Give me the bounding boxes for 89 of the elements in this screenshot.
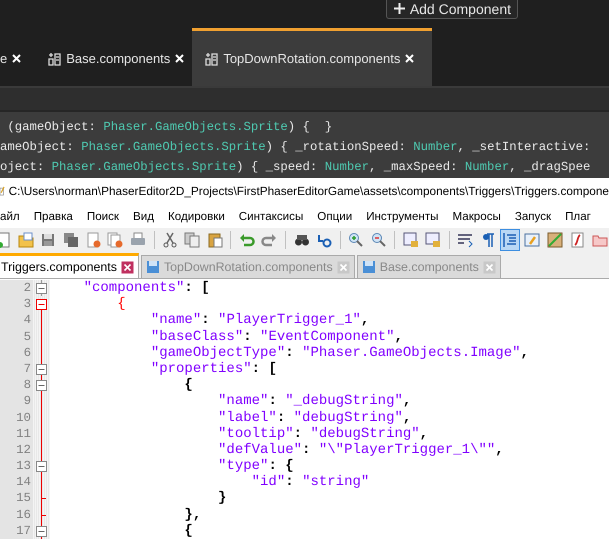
indent-guide-icon bbox=[502, 232, 518, 248]
menu-item[interactable]: Поиск bbox=[80, 210, 126, 222]
function-icon bbox=[569, 232, 586, 248]
line-number: 2 bbox=[0, 280, 33, 296]
printer-icon bbox=[130, 232, 146, 248]
close-icon[interactable] bbox=[12, 54, 22, 63]
code-line: }, bbox=[183, 506, 202, 523]
code-line: ameObject: Phaser.GameObjects.Sprite) { _rotationSpeed: Number, _setInteractive: bbox=[0, 139, 592, 156]
add-component-button[interactable]: Add Component bbox=[386, 0, 518, 19]
menu-item[interactable]: Плаг bbox=[558, 210, 598, 222]
floppies-icon bbox=[62, 232, 79, 248]
menu-item[interactable]: Правка bbox=[26, 210, 80, 222]
line-number: 16 bbox=[0, 506, 33, 523]
replace-icon bbox=[316, 232, 332, 248]
close-icon[interactable] bbox=[405, 54, 414, 63]
line-number: 10 bbox=[0, 410, 33, 426]
code-line: } bbox=[217, 490, 226, 507]
line-number: 8 bbox=[0, 377, 33, 394]
editor-tab[interactable]: e bbox=[0, 28, 36, 86]
menu-item[interactable]: Запуск bbox=[508, 210, 558, 222]
line-number: 7 bbox=[0, 360, 33, 378]
document-icon bbox=[0, 232, 12, 248]
close-icon[interactable] bbox=[175, 54, 184, 63]
line-number: 6 bbox=[0, 344, 33, 361]
component-icon bbox=[204, 52, 218, 66]
fold-toggle-icon[interactable] bbox=[36, 283, 47, 294]
folder-icon bbox=[18, 232, 34, 248]
menu-item[interactable]: Вид bbox=[126, 210, 161, 222]
file-tab[interactable]: Triggers.components bbox=[0, 253, 139, 278]
wrap-icon bbox=[457, 232, 474, 248]
code-line: "baseClass": "EventComponent", bbox=[150, 328, 403, 345]
plus-icon bbox=[394, 3, 405, 14]
fold-toggle-icon[interactable] bbox=[36, 364, 47, 375]
close-documents-icon bbox=[107, 232, 124, 248]
code-line: "type": { bbox=[217, 458, 294, 474]
code-line: "tooltip": "debugString", bbox=[217, 426, 428, 442]
editor-tab[interactable]: TopDownRotation.components bbox=[192, 28, 432, 86]
line-number: 11 bbox=[0, 426, 33, 442]
code-line: oject: Phaser.GameObjects.Sprite) { _speed: Number, _maxSpeed: Number, _dragSpee bbox=[0, 159, 592, 176]
paste-icon bbox=[206, 232, 223, 248]
scissors-icon bbox=[162, 232, 178, 248]
floppy-icon bbox=[362, 260, 376, 274]
menu-item[interactable]: Опции bbox=[310, 210, 360, 222]
code-line: "name": "_debugString", bbox=[217, 393, 412, 410]
menu-item[interactable]: Инструменты bbox=[359, 210, 446, 222]
line-number: 4 bbox=[0, 312, 33, 329]
floppy-icon bbox=[40, 232, 56, 248]
floppy-icon bbox=[146, 260, 160, 274]
code-line: "defValue": "\"PlayerTrigger_1\"", bbox=[217, 442, 504, 458]
close-document-icon bbox=[85, 232, 102, 248]
menu-item[interactable]: Макросы bbox=[445, 210, 508, 222]
code-line: "label": "debugString", bbox=[217, 410, 412, 426]
code-line: "gameObjectType": "Phaser.GameObjects.Image", bbox=[150, 344, 529, 361]
fold-toggle-icon[interactable] bbox=[36, 299, 47, 310]
code-line: { bbox=[116, 296, 126, 312]
line-number: 14 bbox=[0, 474, 33, 490]
code-line: "name": "PlayerTrigger_1", bbox=[150, 312, 370, 329]
line-number: 13 bbox=[0, 458, 33, 474]
line-number: 17 bbox=[0, 522, 33, 539]
zoom-in-icon bbox=[348, 232, 364, 248]
redo-icon bbox=[261, 232, 278, 248]
binoculars-icon bbox=[294, 232, 310, 248]
menu-item[interactable]: айл bbox=[0, 210, 27, 222]
editor-tab[interactable]: Base.components bbox=[35, 28, 192, 86]
zoom-out-icon bbox=[370, 232, 387, 248]
code-line: "id": "string" bbox=[250, 474, 370, 490]
code-line: { bbox=[183, 522, 193, 539]
code-line: "properties": [ bbox=[150, 360, 277, 378]
code-line: (gameObject: Phaser.GameObjects.Sprite) { } bbox=[6, 119, 334, 136]
fold-toggle-icon[interactable] bbox=[36, 526, 47, 537]
lock-window-icon bbox=[402, 232, 419, 248]
line-number: 3 bbox=[0, 296, 33, 312]
map-icon bbox=[546, 232, 563, 248]
line-number: 12 bbox=[0, 442, 33, 458]
component-icon bbox=[47, 52, 62, 66]
undo-icon bbox=[239, 232, 256, 248]
line-number: 15 bbox=[0, 490, 33, 507]
code-line: "components": [ bbox=[82, 280, 210, 296]
line-number: 5 bbox=[0, 328, 33, 345]
menu-item[interactable]: Кодировки bbox=[161, 210, 232, 222]
line-number: 9 bbox=[0, 393, 33, 410]
window-title: C:\Users\norman\PhaserEditor2D_Projects\FirstPhaserEditorGame\assets\components\Triggers\Triggers.compone bbox=[8, 184, 609, 198]
menu-item[interactable]: Синтаксисы bbox=[232, 210, 310, 222]
code-line: { bbox=[183, 377, 193, 394]
window-icon bbox=[524, 232, 540, 248]
copy-icon bbox=[184, 232, 200, 248]
lock-window-icon bbox=[425, 232, 442, 248]
fold-toggle-icon[interactable] bbox=[36, 461, 47, 472]
fold-toggle-icon[interactable] bbox=[36, 380, 47, 392]
